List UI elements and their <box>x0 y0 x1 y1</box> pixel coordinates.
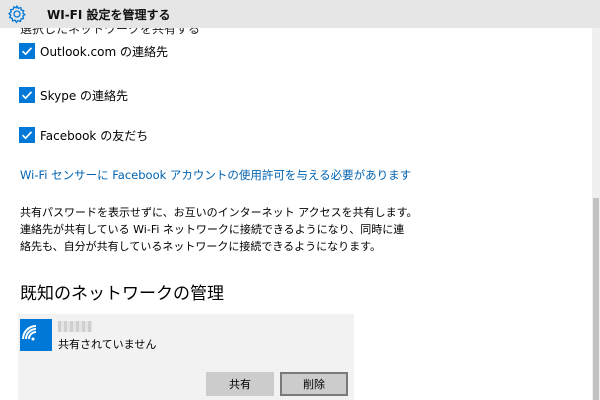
settings-content: 選択したネットワークを共有する Outlook.com の連絡先 Skype の… <box>0 28 592 400</box>
known-network-item[interactable]: 共有されていません 共有 削除 <box>18 314 354 400</box>
vertical-scrollbar[interactable] <box>592 28 600 400</box>
share-button[interactable]: 共有 <box>206 372 274 396</box>
title-bar: WI-FI 設定を管理する <box>0 0 600 28</box>
window-title: WI-FI 設定を管理する <box>47 8 171 22</box>
checkbox-checked-icon[interactable] <box>19 43 35 59</box>
partial-section-heading: 選択したネットワークを共有する <box>20 28 201 36</box>
checkbox-label: Outlook.com の連絡先 <box>40 44 168 59</box>
checkbox-label: Facebook の友だち <box>40 128 149 143</box>
description-line: 絡先も、自分が共有しているネットワークに接続できるようになります。 <box>20 240 382 253</box>
delete-button[interactable]: 削除 <box>280 372 348 396</box>
sharing-description: 共有パスワードを表示せずに、お互いのインターネット アクセスを共有します。 連絡… <box>20 204 418 255</box>
facebook-permission-link[interactable]: Wi-Fi センサーに Facebook アカウントの使用許可を与える必要があり… <box>20 167 411 183</box>
checkbox-skype-contacts[interactable]: Skype の連絡先 <box>19 86 128 104</box>
description-line: 連絡先が共有している Wi-Fi ネットワークに接続できるようになり、同時に連 <box>20 223 405 236</box>
description-line: 共有パスワードを表示せずに、お互いのインターネット アクセスを共有します。 <box>20 206 418 219</box>
gear-icon <box>7 4 26 24</box>
known-networks-heading: 既知のネットワークの管理 <box>20 284 224 304</box>
network-name-blurred <box>58 321 92 332</box>
checkbox-facebook-friends[interactable]: Facebook の友だち <box>19 126 148 144</box>
checkbox-label: Skype の連絡先 <box>40 88 129 103</box>
network-share-status: 共有されていません <box>58 338 157 351</box>
checkbox-outlook-contacts[interactable]: Outlook.com の連絡先 <box>19 42 168 60</box>
wifi-icon <box>20 319 52 351</box>
scrollbar-thumb[interactable] <box>593 198 599 400</box>
checkbox-checked-icon[interactable] <box>19 127 35 143</box>
checkbox-checked-icon[interactable] <box>19 87 35 103</box>
